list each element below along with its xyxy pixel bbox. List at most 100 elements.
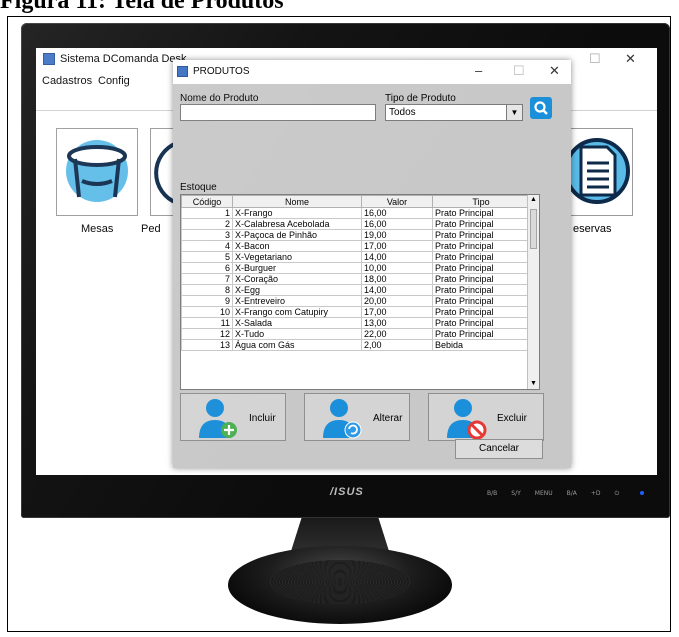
monitor-button-bb[interactable]: B/B [487,490,497,498]
chevron-down-icon[interactable]: ▼ [506,105,522,120]
cell-codigo: 4 [181,240,233,252]
cell-nome: X-Vegetariano [232,251,362,263]
cell-tipo: Prato Principal [432,284,530,296]
close-icon[interactable]: ✕ [625,51,636,67]
column-header-valor[interactable]: Valor [361,195,433,208]
table-row[interactable]: 10 X-Frango com Catupiry 17,00 Prato Princi… [181,306,530,318]
cell-nome: X-Coração [232,273,362,285]
cell-tipo: Prato Principal [432,240,530,252]
cell-tipo: Prato Principal [432,218,530,230]
cell-nome: X-Paçoca de Pinhão [232,229,362,241]
power-led [640,491,644,495]
table-row[interactable]: 3 X-Paçoca de Pinhão 19,00 Prato Principal [181,229,530,241]
add-user-icon [199,399,237,438]
cell-valor: 19,00 [361,229,433,241]
table-row[interactable]: 11 X-Salada 13,00 Prato Principal [181,317,530,329]
cell-tipo: Prato Principal [432,251,530,263]
nome-produto-label: Nome do Produto [180,93,259,104]
cell-nome: X-Burguer [232,262,362,274]
incluir-button[interactable]: Incluir [180,393,286,441]
dialog-titlebar: PRODUTOS – ☐ ✕ [173,60,571,84]
java-app-icon [43,53,55,65]
cell-codigo: 12 [181,328,233,340]
mesas-button[interactable] [56,128,138,216]
cell-tipo: Prato Principal [432,306,530,318]
column-header-tipo[interactable]: Tipo [432,195,530,208]
table-icon [66,140,128,202]
cell-codigo: 8 [181,284,233,296]
maximize-icon[interactable]: ☐ [513,63,525,79]
cell-nome: X-Egg [232,284,362,296]
cell-valor: 13,00 [361,317,433,329]
alterar-label: Alterar [373,413,403,424]
cell-tipo: Prato Principal [432,262,530,274]
nome-produto-input[interactable] [180,104,376,121]
search-button[interactable] [530,97,552,119]
table-row[interactable]: 6 X-Burguer 10,00 Prato Principal [181,262,530,274]
cell-codigo: 1 [181,207,233,219]
close-icon[interactable]: ✕ [549,63,560,79]
excluir-button[interactable]: Excluir [428,393,544,441]
monitor-button-sy[interactable]: S/Y [511,490,521,498]
reservas-button[interactable] [564,128,633,216]
mesas-label: Mesas [81,223,114,235]
monitor-button-ba[interactable]: B/A [567,490,577,498]
column-header-codigo[interactable]: Código [181,195,233,208]
cell-valor: 20,00 [361,295,433,307]
figure-caption: Figura 11: Tela de Produtos [0,0,284,14]
reservas-label: eservas [573,223,612,235]
cell-valor: 22,00 [361,328,433,340]
monitor-button-menu[interactable]: MENU [535,490,553,498]
table-row[interactable]: 8 X-Egg 14,00 Prato Principal [181,284,530,296]
table-row[interactable]: 7 X-Coração 18,00 Prato Principal [181,273,530,285]
scroll-up-icon[interactable]: ▲ [528,195,539,205]
cell-valor: 16,00 [361,218,433,230]
monitor-button-input[interactable]: +D [591,490,601,498]
produtos-dialog: PRODUTOS – ☐ ✕ Nome do Produto Tipo de P… [173,60,571,468]
cell-tipo: Prato Principal [432,328,530,340]
cell-valor: 17,00 [361,240,433,252]
cell-tipo: Prato Principal [432,317,530,329]
excluir-label: Excluir [497,413,528,424]
cell-nome: X-Frango com Catupiry [232,306,362,318]
menu-cadastros[interactable]: Cadastros [42,75,92,87]
monitor-brand-logo: /ISUS [330,486,364,498]
table-scrollbar[interactable]: ▲ ▼ [527,195,539,389]
cell-valor: 2,00 [361,339,433,351]
alterar-button[interactable]: Alterar [304,393,410,441]
scroll-down-icon[interactable]: ▼ [528,379,539,389]
cell-codigo: 7 [181,273,233,285]
cell-tipo: Prato Principal [432,207,530,219]
tipo-produto-value: Todos [389,107,416,118]
table-row[interactable]: 13 Água com Gás 2,00 Bebida [181,339,530,351]
cell-nome: X-Bacon [232,240,362,252]
column-header-nome[interactable]: Nome [232,195,362,208]
cell-valor: 18,00 [361,273,433,285]
menu-config[interactable]: Config [98,75,130,87]
minimize-icon[interactable]: – [475,63,482,78]
dialog-title: PRODUTOS [193,66,250,77]
update-user-icon [323,399,362,439]
cell-codigo: 13 [181,339,233,351]
scroll-thumb[interactable] [530,209,537,249]
table-row[interactable]: 12 X-Tudo 22,00 Prato Principal [181,328,530,340]
cell-valor: 17,00 [361,306,433,318]
table-row[interactable]: 2 X-Calabresa Acebolada 16,00 Prato Princip… [181,218,530,230]
tipo-produto-label: Tipo de Produto [385,93,456,104]
cell-valor: 10,00 [361,262,433,274]
table-row[interactable]: 4 X-Bacon 17,00 Prato Principal [181,240,530,252]
java-app-icon [177,66,188,77]
cell-tipo: Bebida [432,339,530,351]
cell-codigo: 6 [181,262,233,274]
maximize-icon[interactable]: ☐ [589,51,601,67]
table-row[interactable]: 1 X-Frango 16,00 Prato Principal [181,207,530,219]
table-row[interactable]: 9 X-Entreveiro 20,00 Prato Principal [181,295,530,307]
cell-valor: 14,00 [361,284,433,296]
cancelar-button[interactable]: Cancelar [455,439,543,459]
estoque-label: Estoque [180,182,217,193]
tipo-produto-select[interactable]: Todos ▼ [385,104,523,121]
cell-nome: X-Calabresa Acebolada [232,218,362,230]
table-row[interactable]: 5 X-Vegetariano 14,00 Prato Principal [181,251,530,263]
monitor-power-icon[interactable]: ⏻ [615,490,620,498]
cell-tipo: Prato Principal [432,229,530,241]
